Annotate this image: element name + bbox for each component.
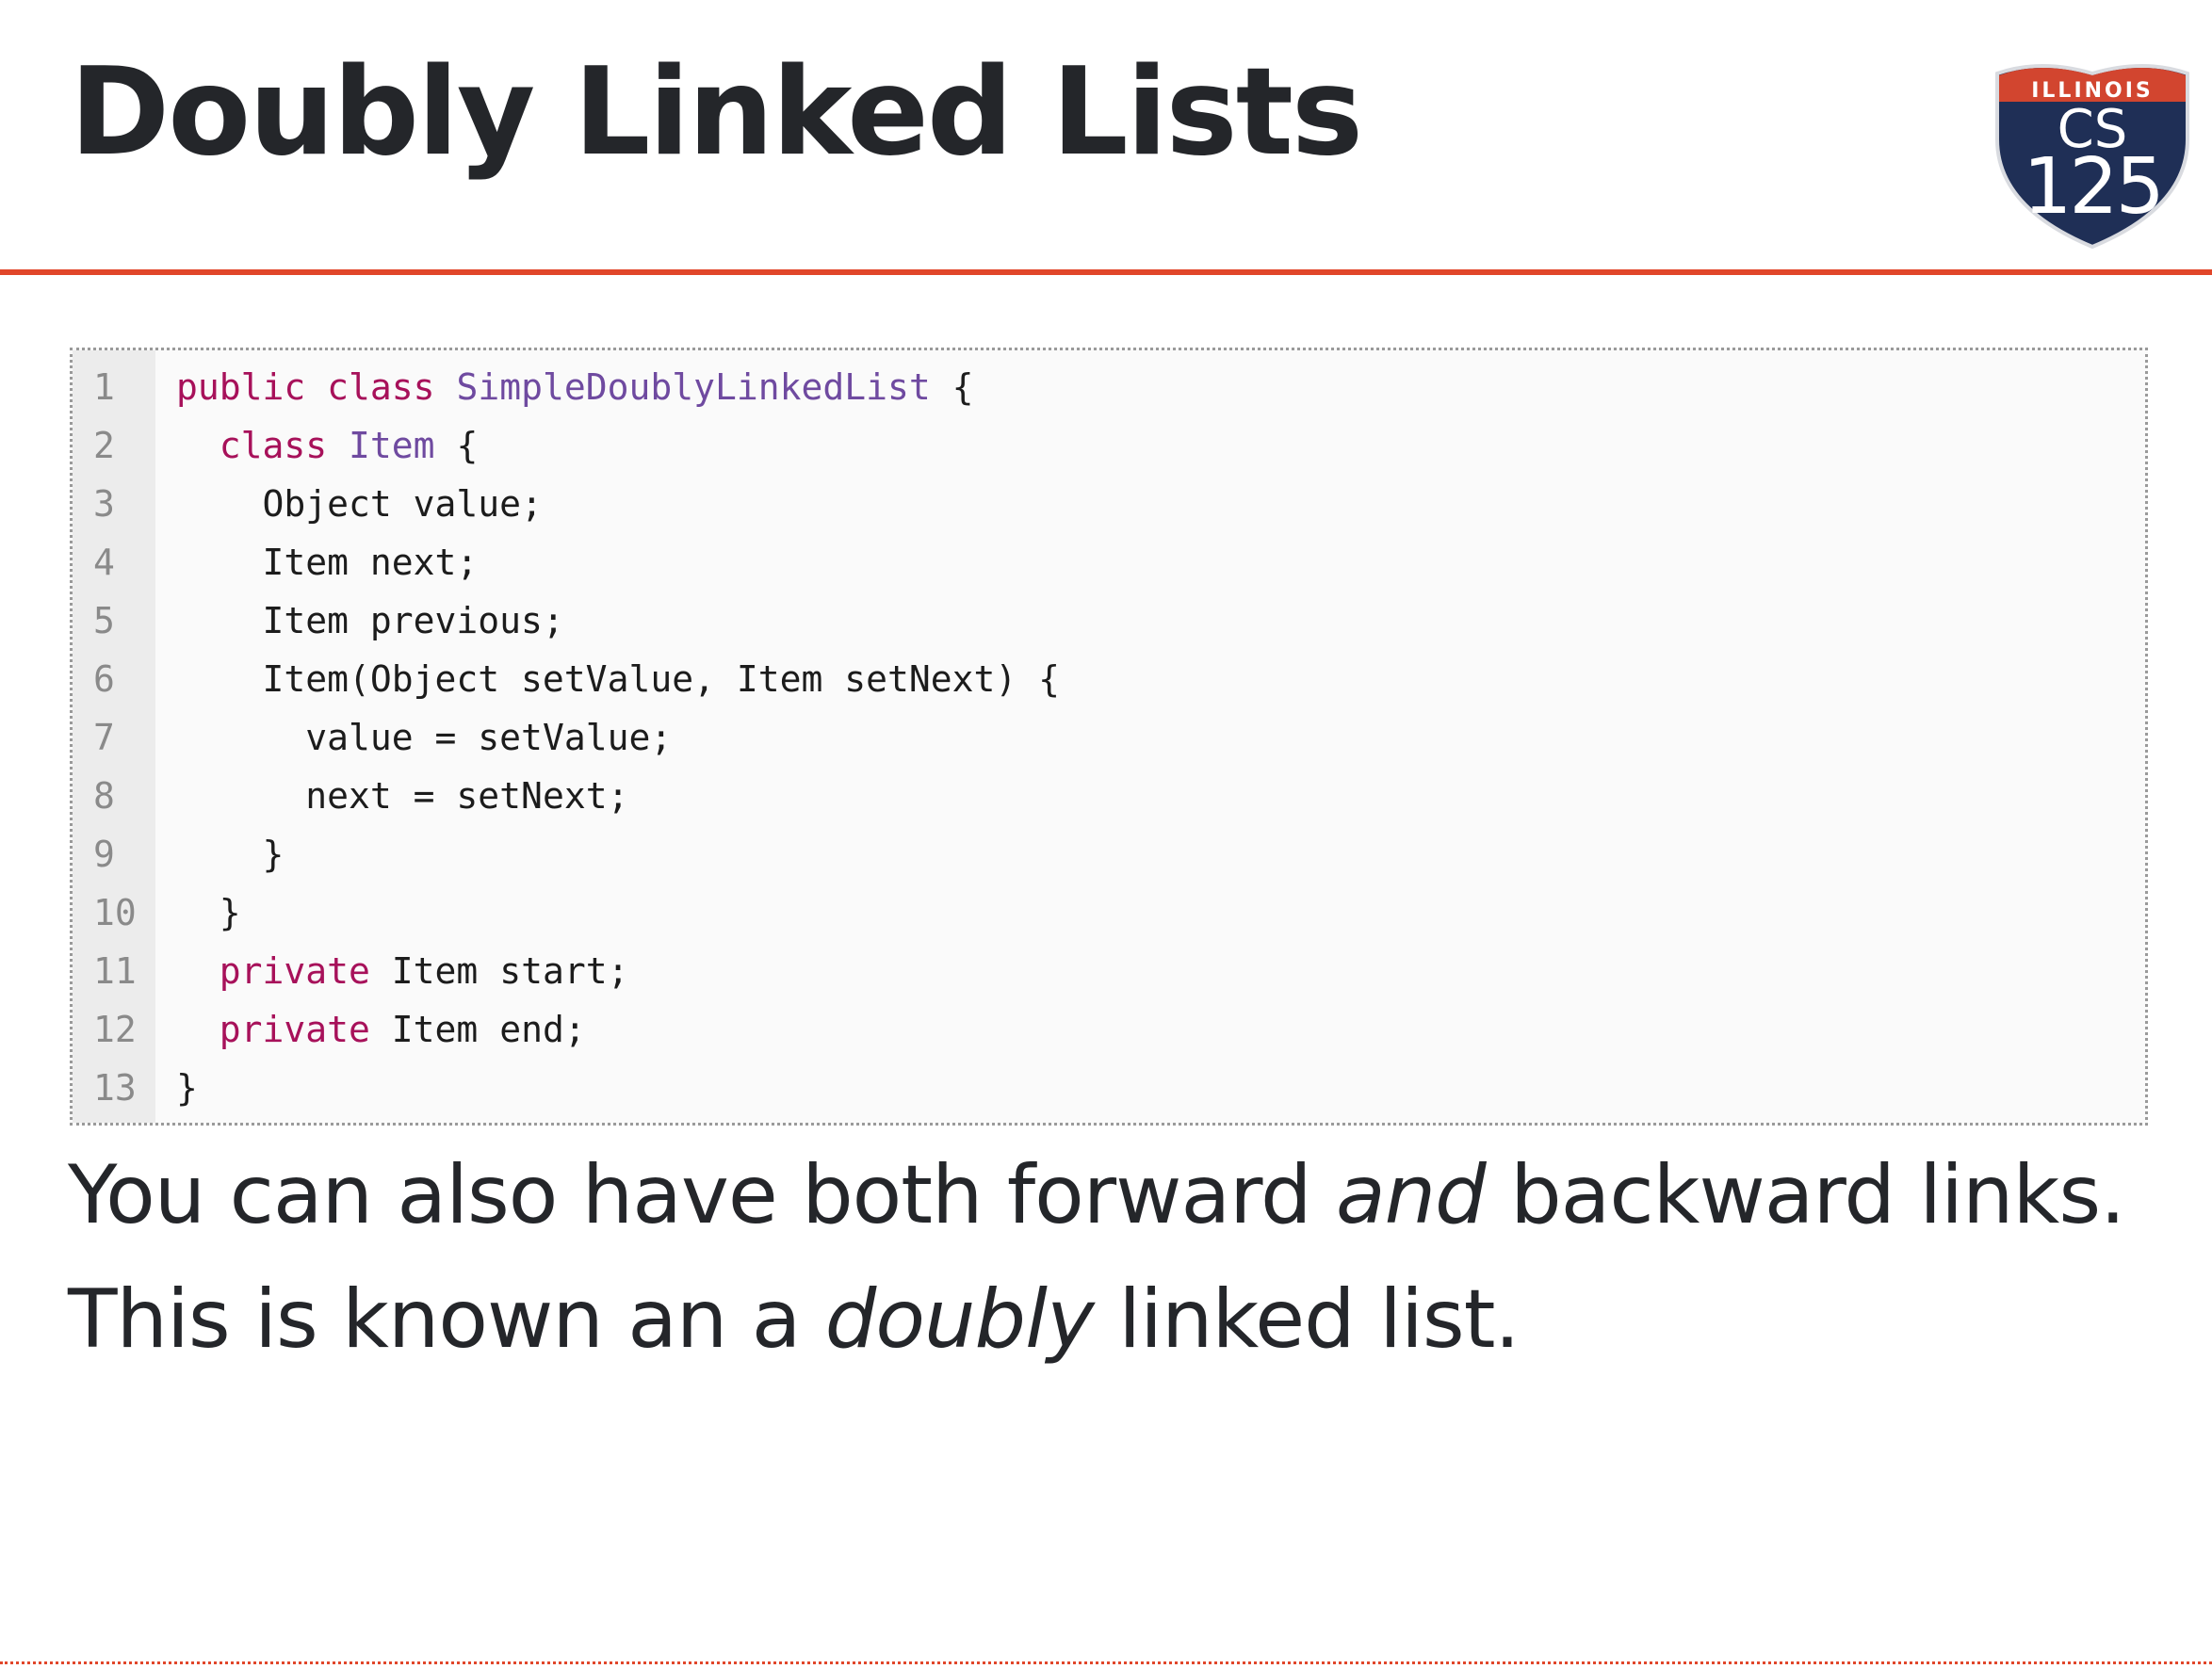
code-keyword: private xyxy=(219,1009,370,1050)
slide-title: Doubly Linked Lists xyxy=(70,42,1363,183)
line-number: 1 xyxy=(93,366,115,408)
code-token: Item previous; xyxy=(262,600,564,641)
code-text: value = setValue; xyxy=(176,708,672,767)
code-token: { xyxy=(930,366,974,408)
line-number: 5 xyxy=(93,600,115,641)
line-number: 7 xyxy=(93,717,115,758)
code-token: Item end; xyxy=(369,1009,586,1050)
body-text-1b: backward links. xyxy=(1485,1148,2125,1242)
code-text: class Item { xyxy=(176,416,479,475)
code-keyword: class xyxy=(219,425,328,466)
code-text: private Item start; xyxy=(176,942,629,1000)
code-token: Item next; xyxy=(262,542,479,583)
code-token: { xyxy=(434,425,479,466)
body-text-2a: This is known an a xyxy=(68,1272,825,1367)
line-number: 6 xyxy=(93,658,115,700)
code-text: Item previous; xyxy=(176,591,564,650)
body-text-2b: linked list. xyxy=(1093,1272,1521,1367)
code-text: next = setNext; xyxy=(176,767,628,825)
code-text: } xyxy=(176,883,241,942)
code-line: 6 Item(Object setValue, Item setNext) { xyxy=(73,650,2145,708)
code-text: } xyxy=(176,1059,198,1117)
code-text: } xyxy=(176,825,285,883)
code-line: 9 } xyxy=(73,825,2145,883)
code-token: } xyxy=(176,1067,198,1109)
body-text-line-1: You can also have both forward and backw… xyxy=(68,1143,2125,1247)
line-number: 10 xyxy=(93,892,137,933)
code-line: 8 next = setNext; xyxy=(73,767,2145,825)
line-number: 4 xyxy=(93,542,115,583)
code-type-name: Item xyxy=(349,425,435,466)
code-text: Item next; xyxy=(176,533,479,591)
title-divider xyxy=(0,269,2212,275)
body-text-emphasis-and: and xyxy=(1335,1148,1487,1242)
code-text: private Item end; xyxy=(176,1000,586,1059)
line-number: 13 xyxy=(93,1067,137,1109)
code-token: } xyxy=(262,834,285,875)
code-type-name: SimpleDoublyLinkedList xyxy=(456,366,931,408)
code-keyword: public class xyxy=(176,366,435,408)
body-text-emphasis-doubly: doubly xyxy=(824,1272,1095,1367)
code-line: 7 value = setValue; xyxy=(73,708,2145,767)
code-keyword: private xyxy=(219,950,370,992)
code-text: public class SimpleDoublyLinkedList { xyxy=(176,358,974,416)
shield-icon: ILLINOIS CS 125 xyxy=(1995,64,2189,250)
code-token: Object value; xyxy=(262,483,543,525)
body-text-1a: You can also have both forward xyxy=(68,1148,1336,1242)
code-line: 2 class Item { xyxy=(73,416,2145,475)
code-line: 4 Item next; xyxy=(73,533,2145,591)
code-line: 11 private Item start; xyxy=(73,942,2145,1000)
line-number: 9 xyxy=(93,834,115,875)
code-token: } xyxy=(219,892,241,933)
code-token: Item(Object setValue, Item setNext) { xyxy=(262,658,1060,700)
illinois-cs125-logo: ILLINOIS CS 125 xyxy=(1990,41,2195,251)
code-line: 5 Item previous; xyxy=(73,591,2145,650)
code-token: next = setNext; xyxy=(305,775,629,817)
code-text: Object value; xyxy=(176,475,543,533)
body-text-line-2: This is known an a doubly linked list. xyxy=(68,1268,1521,1371)
code-line: 3 Object value; xyxy=(73,475,2145,533)
bottom-divider xyxy=(0,1661,2212,1664)
line-number: 8 xyxy=(93,775,115,817)
code-line: 12 private Item end; xyxy=(73,1000,2145,1059)
line-number: 12 xyxy=(93,1009,137,1050)
code-line: 10 } xyxy=(73,883,2145,942)
code-text: Item(Object setValue, Item setNext) { xyxy=(176,650,1060,708)
code-line: 13} xyxy=(73,1059,2145,1117)
logo-course-number: 125 xyxy=(2023,142,2162,232)
code-line: 1 public class SimpleDoublyLinkedList { xyxy=(73,358,2145,416)
code-token: value = setValue; xyxy=(305,717,673,758)
line-number: 2 xyxy=(93,425,115,466)
line-number: 3 xyxy=(93,483,115,525)
code-block: 1 public class SimpleDoublyLinkedList {2 … xyxy=(70,348,2148,1126)
code-token: Item start; xyxy=(369,950,629,992)
line-number: 11 xyxy=(93,950,137,992)
